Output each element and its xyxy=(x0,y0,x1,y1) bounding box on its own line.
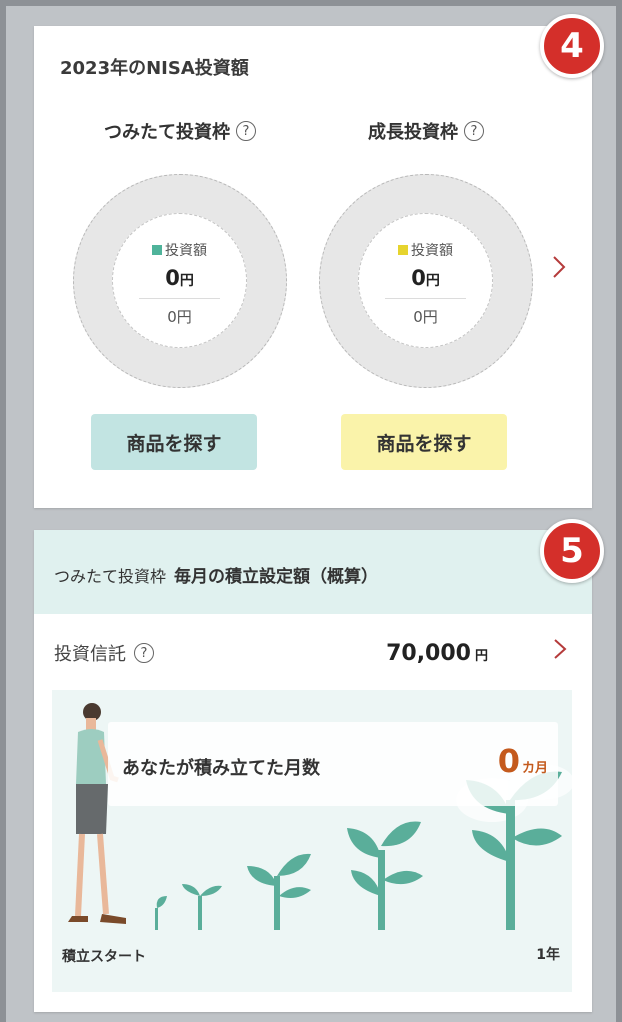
end-label: 1年 xyxy=(536,947,560,963)
growth-limit: 0円 xyxy=(413,308,438,326)
legend-swatch xyxy=(398,245,408,255)
investment-trust-label: 投資信託 xyxy=(54,644,126,665)
nisa-title: 2023年のNISA投資額 xyxy=(60,58,249,79)
step-badge-4: 4 xyxy=(540,14,604,78)
help-icon[interactable]: ? xyxy=(236,121,256,141)
months-progress-panel: あなたが積み立てた月数 0 カ月 積立スタート 1年 xyxy=(52,690,572,992)
legend-swatch xyxy=(152,245,162,255)
monthly-header: つみたて投資枠 毎月の積立設定額（概算） xyxy=(34,530,592,614)
growth-amount: 0円 xyxy=(411,266,440,290)
step-badge-5: 5 xyxy=(540,519,604,583)
months-value: 0 カ月 xyxy=(497,742,548,780)
divider xyxy=(385,298,466,299)
growth-donut-chart: 投資額 0円 0円 xyxy=(319,174,533,388)
help-icon[interactable]: ? xyxy=(464,121,484,141)
tsumitate-donut-chart: 投資額 0円 0円 xyxy=(73,174,287,388)
months-label: あなたが積み立てた月数 xyxy=(122,758,320,779)
header-prefix: つみたて投資枠 xyxy=(54,567,167,586)
divider xyxy=(139,298,220,299)
growth-heading: 成長投資枠 xyxy=(368,122,458,143)
monthly-setting-card: つみたて投資枠 毎月の積立設定額（概算） 投資信託 ? 70,000 円 あなた… xyxy=(34,530,592,1012)
help-icon[interactable]: ? xyxy=(134,643,154,663)
legend-label: 投資額 xyxy=(411,243,453,259)
start-label: 積立スタート xyxy=(62,949,146,965)
find-products-button-tsumitate[interactable]: 商品を探す xyxy=(91,414,257,470)
find-products-button-growth[interactable]: 商品を探す xyxy=(341,414,507,470)
months-card: あなたが積み立てた月数 0 カ月 xyxy=(108,722,558,806)
investment-trust-row[interactable]: 投資信託 ? 70,000 円 xyxy=(54,638,572,668)
tsumitate-amount: 0円 xyxy=(165,266,194,290)
legend-label: 投資額 xyxy=(165,243,207,259)
growth-column: 成長投資枠 ? 投資額 0円 0円 xyxy=(316,118,536,388)
chevron-right-icon[interactable] xyxy=(552,636,568,668)
header-main: 毎月の積立設定額（概算） xyxy=(174,567,379,587)
tsumitate-column: つみたて投資枠 ? 投資額 0円 0円 xyxy=(70,118,290,388)
chevron-right-icon[interactable] xyxy=(551,254,567,287)
tsumitate-limit: 0円 xyxy=(167,308,192,326)
tsumitate-heading: つみたて投資枠 xyxy=(104,122,230,143)
monthly-amount: 70,000 円 xyxy=(386,640,488,666)
nisa-investment-card: 2023年のNISA投資額 つみたて投資枠 ? 投資額 0円 0円 成長投資枠 … xyxy=(34,26,592,508)
